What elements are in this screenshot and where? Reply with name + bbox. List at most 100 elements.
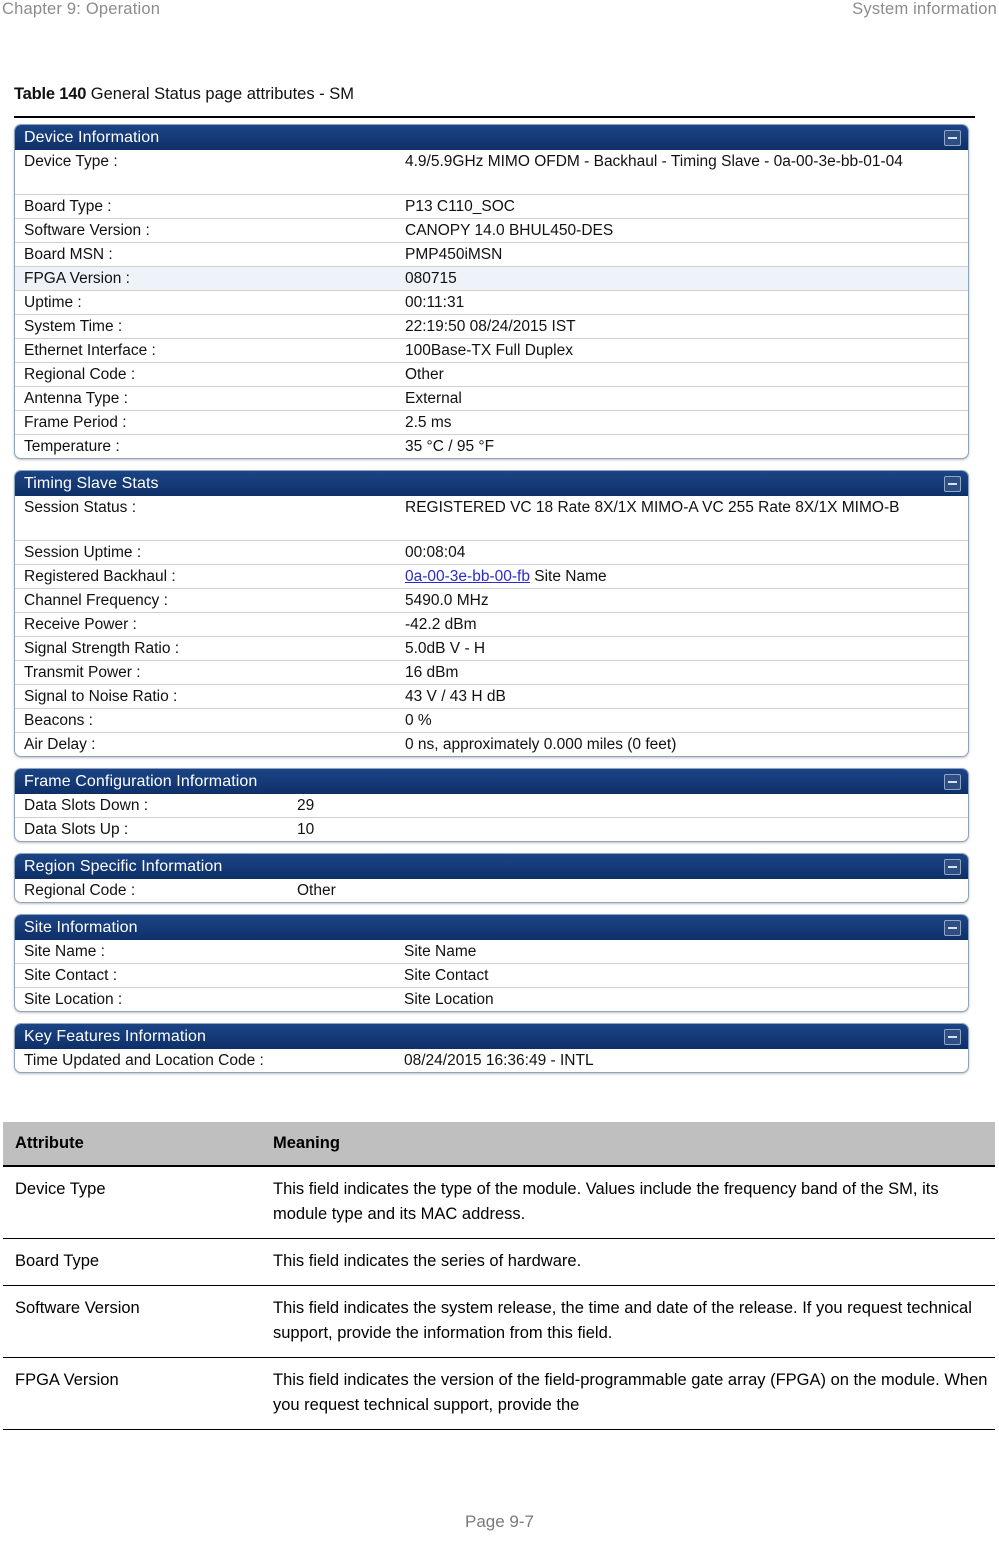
status-row-label: Board Type :: [24, 198, 112, 215]
status-row: Regional Code : Other: [15, 363, 968, 387]
status-row-label: Registered Backhaul :: [24, 568, 176, 585]
status-row-value: CANOPY 14.0 BHUL450-DES: [405, 222, 614, 239]
panel-frame-configuration-information: Frame Configuration Information Data Slot…: [14, 768, 969, 842]
status-row-value: 080715: [405, 270, 457, 287]
status-row: Software Version : CANOPY 14.0 BHUL450-DE…: [15, 219, 968, 243]
panel-header: Device Information: [15, 125, 968, 150]
panel-header: Region Specific Information: [15, 854, 968, 879]
page-number: Page 9-7: [465, 1512, 534, 1531]
panel-rows: Site Name : Site Name Site Contact : Site C…: [15, 940, 968, 1011]
status-row-value: REGISTERED VC 18 Rate 8X/1X MIMO-A VC 25…: [405, 499, 900, 516]
status-row-label: Data Slots Up :: [24, 821, 129, 838]
status-row-label: Transmit Power :: [24, 664, 141, 681]
status-row-label: Temperature :: [24, 438, 120, 455]
general-status-screenshot: Device Information Device Type : 4.9/5.9GH…: [14, 124, 969, 1084]
panel-region-specific-information: Region Specific Information Regional Code…: [14, 853, 969, 903]
panel-title: Device Information: [24, 129, 160, 146]
panel-header: Timing Slave Stats: [15, 471, 968, 496]
panel-title: Timing Slave Stats: [24, 475, 159, 492]
panel-header: Key Features Information: [15, 1024, 968, 1049]
caption-rule: [14, 116, 975, 118]
status-row: Site Name : Site Name: [15, 940, 968, 964]
status-row-label: Data Slots Down :: [24, 797, 149, 814]
status-row: Temperature : 35 °C / 95 °F: [15, 435, 968, 458]
status-row: Transmit Power : 16 dBm: [15, 661, 968, 685]
status-row-value: 0 %: [405, 712, 432, 729]
minus-icon[interactable]: [944, 130, 961, 146]
status-row-value: Other: [297, 882, 336, 899]
table-caption: Table 140 General Status page attributes…: [14, 85, 354, 104]
status-row-value: 29: [297, 797, 315, 814]
panel-rows: Session Status : REGISTERED VC 18 Rate 8X…: [15, 496, 968, 756]
running-head-section: System information: [852, 0, 997, 18]
panel-timing-slave-stats: Timing Slave Stats Session Status : REGIST…: [14, 470, 969, 757]
status-row-value: Site Name: [404, 943, 477, 960]
status-row-label: Board MSN :: [24, 246, 113, 263]
status-row-label: Site Contact :: [24, 967, 118, 984]
status-row: Registered Backhaul : 0a-00-3e-bb-00-fb S…: [15, 565, 968, 589]
table-row: Software Version This field indicates the…: [3, 1285, 995, 1358]
status-row-value: Site Location: [404, 991, 494, 1008]
status-row-value: 5.0dB V - H: [405, 640, 486, 657]
status-row: Antenna Type : External: [15, 387, 968, 411]
status-row-value: External: [405, 390, 462, 407]
table-caption-text: General Status page attributes - SM: [90, 85, 354, 103]
registered-backhaul-link[interactable]: 0a-00-3e-bb-00-fb: [405, 568, 530, 585]
status-row-label: Receive Power :: [24, 616, 137, 633]
status-row: Signal Strength Ratio : 5.0dB V - H: [15, 637, 968, 661]
status-row: System Time : 22:19:50 08/24/2015 IST: [15, 315, 968, 339]
cell-meaning: This field indicates the system release,…: [261, 1285, 995, 1358]
cell-meaning: This field indicates the type of the mod…: [261, 1166, 995, 1239]
status-row-label: Air Delay :: [24, 736, 96, 753]
status-row: Channel Frequency : 5490.0 MHz: [15, 589, 968, 613]
panel-title: Frame Configuration Information: [24, 773, 258, 790]
status-row-label: Signal to Noise Ratio :: [24, 688, 178, 705]
minus-icon[interactable]: [944, 476, 961, 492]
minus-icon[interactable]: [944, 774, 961, 790]
status-row-value: 0a-00-3e-bb-00-fb Site Name: [405, 568, 607, 585]
status-row-label: Device Type :: [24, 153, 118, 170]
status-row-value: 43 V / 43 H dB: [405, 688, 506, 705]
column-header-meaning: Meaning: [261, 1122, 995, 1167]
status-row: Frame Period : 2.5 ms: [15, 411, 968, 435]
status-row-label: Site Name :: [24, 943, 105, 960]
panel-header: Frame Configuration Information: [15, 769, 968, 794]
status-row-value: 00:08:04: [405, 544, 466, 561]
status-row-label: FPGA Version :: [24, 270, 130, 287]
status-row-value: PMP450iMSN: [405, 246, 503, 263]
status-row: Data Slots Up : 10: [15, 818, 968, 841]
status-row-value: 4.9/5.9GHz MIMO OFDM - Backhaul - Timing…: [405, 153, 903, 170]
panel-rows: Device Type : 4.9/5.9GHz MIMO OFDM - Back…: [15, 150, 968, 458]
panel-title: Region Specific Information: [24, 858, 223, 875]
status-row-label: Antenna Type :: [24, 390, 128, 407]
cell-meaning: This field indicates the series of hardw…: [261, 1238, 995, 1286]
cell-attribute: FPGA Version: [3, 1357, 261, 1430]
panel-rows: Data Slots Down : 29 Data Slots Up : 10: [15, 794, 968, 841]
status-row-value: 5490.0 MHz: [405, 592, 489, 609]
status-row: Device Type : 4.9/5.9GHz MIMO OFDM - Back…: [15, 150, 968, 195]
status-row-label: Frame Period :: [24, 414, 127, 431]
status-row-label: Session Uptime :: [24, 544, 142, 561]
table-row: Device Type This field indicates the type…: [3, 1166, 995, 1239]
panel-title: Key Features Information: [24, 1028, 207, 1045]
running-head-chapter: Chapter 9: Operation: [2, 0, 161, 18]
status-row: Site Location : Site Location: [15, 988, 968, 1011]
status-row-label: Ethernet Interface :: [24, 342, 156, 359]
status-row-label: Uptime :: [24, 294, 82, 311]
table-row: FPGA Version This field indicates the ver…: [3, 1357, 995, 1430]
status-row-label: Regional Code :: [24, 366, 136, 383]
status-row-label: Site Location :: [24, 991, 123, 1008]
status-row-value: 22:19:50 08/24/2015 IST: [405, 318, 576, 335]
status-row-label: Signal Strength Ratio :: [24, 640, 180, 657]
cell-attribute: Board Type: [3, 1238, 261, 1286]
status-row-value: 00:11:31: [405, 294, 465, 311]
minus-icon[interactable]: [944, 1029, 961, 1045]
status-row-value: Other: [405, 366, 444, 383]
cell-attribute: Software Version: [3, 1285, 261, 1358]
status-row: Uptime : 00:11:31: [15, 291, 968, 315]
status-row: Beacons : 0 %: [15, 709, 968, 733]
minus-icon[interactable]: [944, 859, 961, 875]
status-row-value: 100Base-TX Full Duplex: [405, 342, 573, 359]
minus-icon[interactable]: [944, 920, 961, 936]
status-row: Board MSN : PMP450iMSN: [15, 243, 968, 267]
